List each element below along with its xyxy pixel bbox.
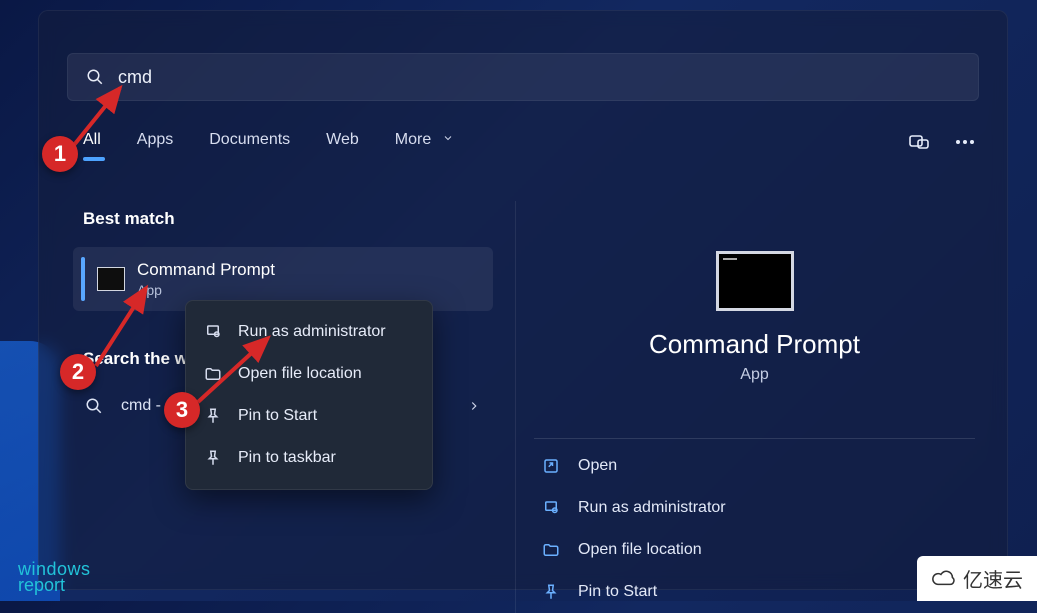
- best-match-heading: Best match: [83, 209, 493, 229]
- tab-more-label: More: [395, 131, 431, 148]
- preview-actions: Open Run as administrator Open file loca…: [534, 438, 975, 613]
- shield-icon: [542, 499, 560, 517]
- more-options-icon[interactable]: [953, 130, 977, 154]
- action-pin-start[interactable]: Pin to Start: [534, 571, 975, 613]
- folder-icon: [542, 541, 560, 559]
- chevron-right-icon: [467, 399, 481, 413]
- annotation-badge-1: 1: [42, 136, 78, 172]
- annotation-arrow-2: [90, 280, 160, 376]
- result-title: Command Prompt: [137, 260, 275, 280]
- action-label: Open file location: [578, 541, 702, 559]
- start-search-panel: All Apps Documents Web More Best match C…: [38, 10, 1008, 590]
- preview-subtitle: App: [516, 366, 993, 384]
- web-result-label: cmd -: [121, 397, 161, 415]
- action-open[interactable]: Open: [534, 445, 975, 487]
- search-bar[interactable]: [67, 53, 979, 101]
- tab-apps[interactable]: Apps: [135, 123, 175, 161]
- action-label: Open: [578, 457, 617, 475]
- tab-web[interactable]: Web: [324, 123, 361, 161]
- annotation-arrow-3: [192, 330, 282, 410]
- preview-app-icon: [716, 251, 794, 311]
- action-open-location[interactable]: Open file location: [534, 529, 975, 571]
- action-label: Pin to Start: [578, 583, 657, 601]
- tab-documents[interactable]: Documents: [207, 123, 292, 161]
- annotation-badge-3: 3: [164, 392, 200, 428]
- window-apps-icon[interactable]: [907, 130, 931, 154]
- annotation-badge-2: 2: [60, 354, 96, 390]
- action-run-admin[interactable]: Run as administrator: [534, 487, 975, 529]
- search-icon: [85, 397, 103, 415]
- watermark: windowsreport: [18, 561, 91, 593]
- corner-logo-text: 亿速云: [963, 564, 1023, 593]
- filter-tabs: All Apps Documents Web More: [39, 101, 1007, 161]
- cm-label: Pin to taskbar: [238, 449, 336, 467]
- action-label: Run as administrator: [578, 499, 726, 517]
- open-icon: [542, 457, 560, 475]
- preview-column: Command Prompt App Open Run as administr…: [515, 201, 993, 613]
- search-input[interactable]: [118, 67, 960, 88]
- preview-title: Command Prompt: [516, 329, 993, 360]
- pin-icon: [204, 449, 222, 467]
- chevron-down-icon: [442, 132, 454, 144]
- corner-logo: 亿速云: [917, 556, 1037, 601]
- tab-more[interactable]: More: [393, 123, 456, 161]
- cm-pin-taskbar[interactable]: Pin to taskbar: [186, 437, 432, 479]
- selected-accent: [81, 257, 85, 301]
- pin-icon: [542, 583, 560, 601]
